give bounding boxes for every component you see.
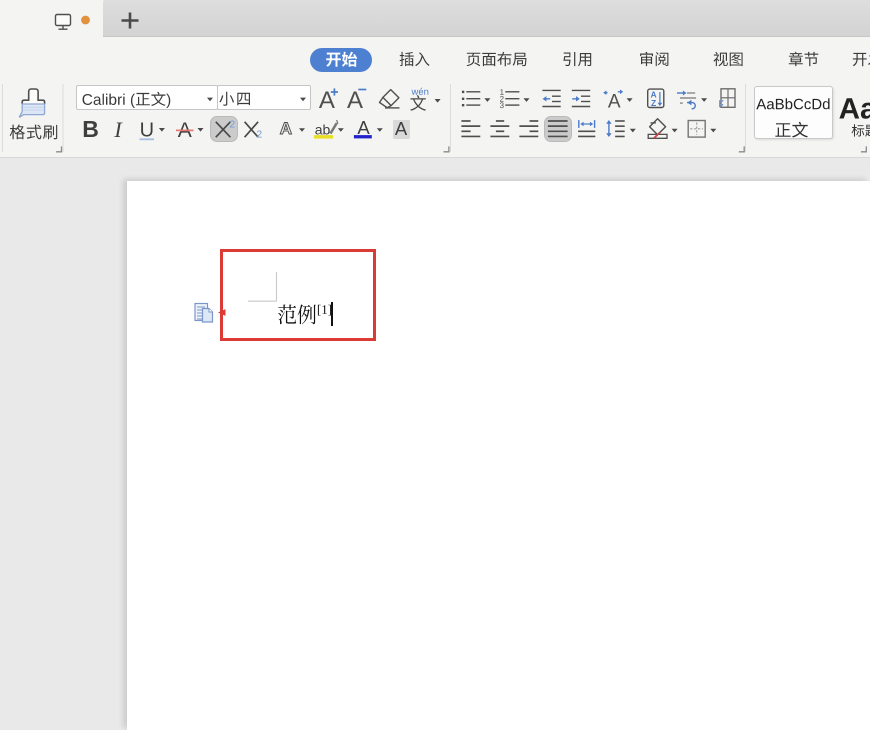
svg-text:A: A	[395, 118, 408, 139]
svg-text:A: A	[357, 117, 370, 138]
svg-text:Z: Z	[651, 98, 656, 108]
svg-text:2: 2	[229, 118, 235, 130]
svg-text:I: I	[113, 117, 123, 142]
svg-text:A: A	[347, 87, 363, 114]
svg-text:B: B	[82, 116, 99, 142]
svg-text:2: 2	[256, 129, 262, 141]
svg-text:U: U	[140, 120, 154, 142]
svg-text:A: A	[608, 92, 621, 113]
svg-text:A: A	[319, 87, 335, 114]
svg-text:A: A	[280, 119, 292, 138]
